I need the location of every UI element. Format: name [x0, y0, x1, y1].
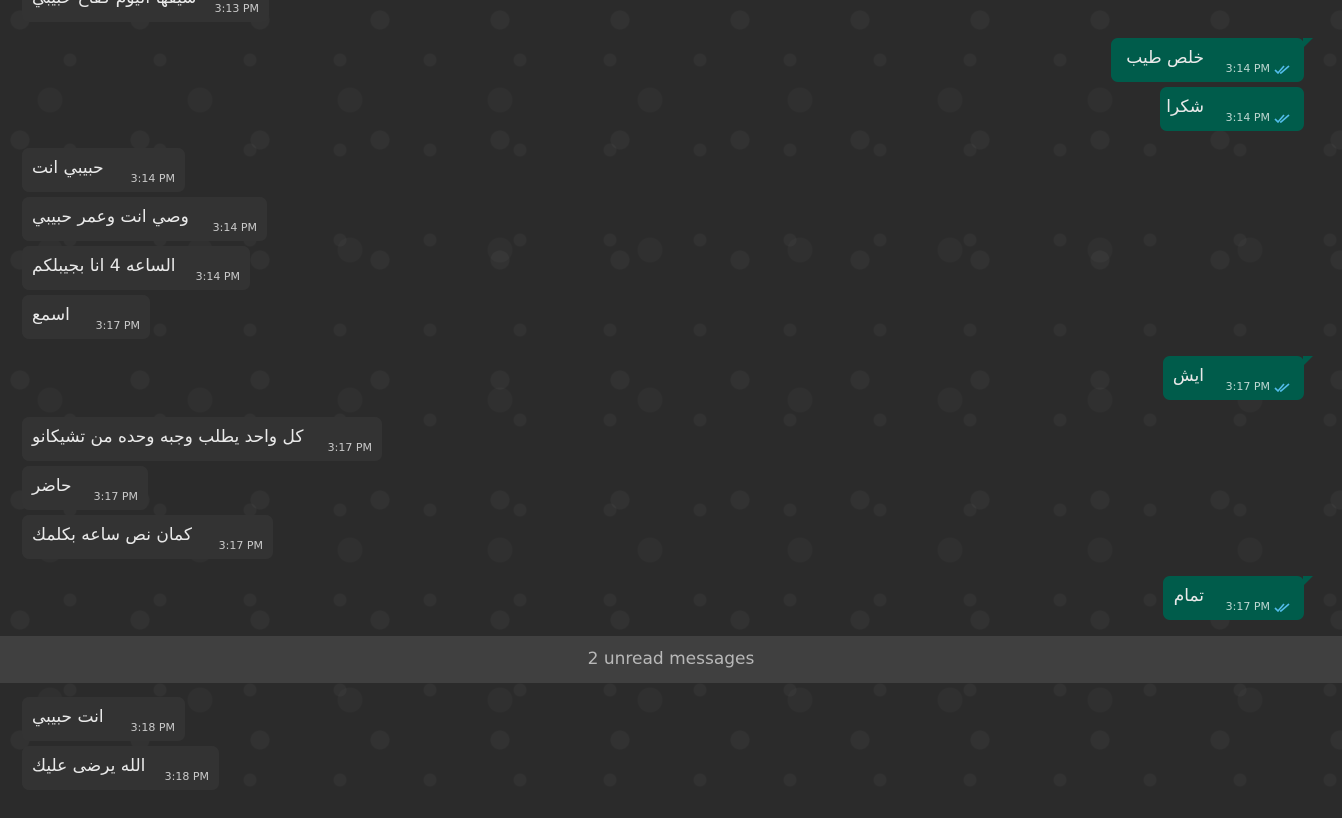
message-timestamp: 3:14 PM: [1225, 111, 1270, 124]
double-check-read-icon: [1274, 603, 1290, 613]
message-timestamp: 3:14 PM: [130, 172, 175, 185]
message-timestamp: 3:17 PM: [93, 490, 138, 503]
message-bubble-outgoing[interactable]: ايش 3:17 PM: [1163, 356, 1313, 400]
double-check-read-icon: [1274, 65, 1290, 75]
message-timestamp: 3:14 PM: [212, 221, 257, 234]
chat-background: [0, 0, 1342, 818]
message-text: الله يرضى عليك: [32, 756, 146, 776]
message-bubble-incoming[interactable]: انت حبيبي 3:18 PM: [22, 697, 185, 741]
message-text: وصي انت وعمر حبيبي: [32, 207, 189, 227]
message-timestamp: 3:18 PM: [164, 770, 209, 783]
message-text: شيفها اليوم كفاح حبيبي: [32, 0, 196, 9]
message-text: انت حبيبي: [32, 707, 104, 727]
message-timestamp: 3:17 PM: [327, 441, 372, 454]
message-timestamp: 3:17 PM: [95, 319, 140, 332]
message-bubble-incoming[interactable]: حبيبي انت 3:14 PM: [22, 148, 185, 192]
message-bubble-incoming[interactable]: الساعه 4 انا بجيبلكم 3:14 PM: [22, 246, 250, 290]
message-bubble-incoming[interactable]: شيفها اليوم كفاح حبيبي 3:13 PM: [22, 0, 269, 22]
double-check-read-icon: [1274, 114, 1290, 124]
message-timestamp: 3:14 PM: [195, 270, 240, 283]
message-text: حبيبي انت: [32, 158, 104, 178]
message-text: اسمع: [32, 305, 70, 325]
message-bubble-outgoing[interactable]: تمام 3:17 PM: [1163, 576, 1313, 620]
message-text: كمان نص ساعه بكلمك: [32, 525, 192, 545]
message-timestamp: 3:17 PM: [1225, 600, 1270, 613]
message-text: حاضر: [32, 476, 72, 496]
message-text: شكرا: [1166, 97, 1204, 117]
unread-messages-label: 2 unread messages: [587, 649, 755, 669]
message-text: كل واحد يطلب وجبه وحده من تشيكانو: [32, 427, 304, 447]
message-bubble-incoming[interactable]: وصي انت وعمر حبيبي 3:14 PM: [22, 197, 267, 241]
message-timestamp: 3:13 PM: [214, 2, 259, 15]
message-bubble-incoming[interactable]: كمان نص ساعه بكلمك 3:17 PM: [22, 515, 273, 559]
message-timestamp: 3:14 PM: [1225, 62, 1270, 75]
message-timestamp: 3:17 PM: [1225, 380, 1270, 393]
message-text: ايش: [1172, 366, 1204, 386]
message-bubble-incoming[interactable]: كل واحد يطلب وجبه وحده من تشيكانو 3:17 P…: [22, 417, 382, 461]
message-text: تمام: [1173, 586, 1204, 606]
unread-messages-divider: 2 unread messages: [0, 636, 1342, 683]
message-bubble-outgoing[interactable]: شكرا 3:14 PM: [1160, 87, 1304, 131]
message-text: الساعه 4 انا بجيبلكم: [32, 256, 176, 276]
message-bubble-incoming[interactable]: الله يرضى عليك 3:18 PM: [22, 746, 219, 790]
message-timestamp: 3:18 PM: [130, 721, 175, 734]
message-text: خلص طيب: [1126, 48, 1204, 68]
message-bubble-incoming[interactable]: اسمع 3:17 PM: [22, 295, 150, 339]
message-bubble-incoming[interactable]: حاضر 3:17 PM: [22, 466, 148, 510]
message-bubble-outgoing[interactable]: خلص طيب 3:14 PM: [1111, 38, 1313, 82]
double-check-read-icon: [1274, 383, 1290, 393]
message-timestamp: 3:17 PM: [218, 539, 263, 552]
